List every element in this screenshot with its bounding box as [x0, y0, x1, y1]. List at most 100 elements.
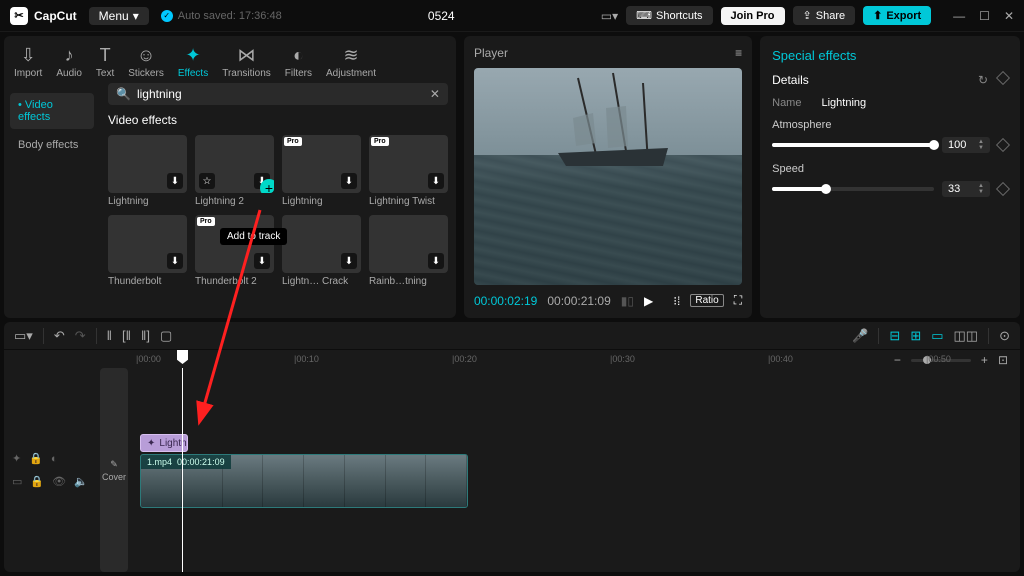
details-actions: ↻	[978, 73, 1008, 87]
effect-thumb[interactable]: Pro⬇Thunderbolt 2	[195, 215, 274, 287]
tab-import[interactable]: ⇩ Import	[14, 44, 42, 79]
zoom-fit-icon[interactable]: ⊙	[999, 328, 1010, 344]
search-input[interactable]: 🔍 ✕	[108, 83, 448, 105]
param-value-input[interactable]: 33▲▼	[942, 181, 990, 197]
effect-thumb[interactable]: ⬇Rainb…tning	[369, 215, 448, 287]
clear-search-icon[interactable]: ✕	[430, 87, 440, 101]
zoom-reset-icon[interactable]: ⊡	[998, 353, 1008, 367]
zoom-out-icon[interactable]: −	[894, 353, 901, 367]
effect-name-row: Name Lightning	[772, 97, 1008, 109]
keyframe-icon[interactable]	[996, 71, 1010, 85]
tab-label: Import	[14, 68, 42, 79]
project-title[interactable]: 0524	[294, 9, 589, 23]
effect-thumb[interactable]: ☆⬇+Lightning 2	[195, 135, 274, 207]
effect-thumb[interactable]: ⬇Lightn… Crack	[282, 215, 361, 287]
import-icon: ⇩	[21, 44, 36, 66]
ratio-button[interactable]: Ratio	[690, 294, 723, 307]
menu-button[interactable]: Menu ▾	[89, 7, 149, 25]
track-toggle-icon[interactable]: ◫◫	[954, 328, 979, 344]
tab-effects[interactable]: ✦Effects	[178, 44, 208, 79]
player-menu-icon[interactable]: ≡	[735, 46, 742, 60]
delete-split-icon[interactable]: ▢	[160, 328, 172, 344]
join-pro-button[interactable]: Join Pro	[721, 7, 785, 25]
pro-badge: Pro	[197, 217, 215, 226]
export-button[interactable]: ⬆ Export	[863, 6, 931, 25]
lock-icon[interactable]: 🔒	[30, 475, 44, 488]
select-tool-icon[interactable]: ▭▾	[14, 328, 33, 344]
sidebar-item-body-effects[interactable]: Body effects	[10, 133, 94, 157]
video-clip[interactable]: 1.mp4 00:00:21:09	[140, 454, 468, 508]
maximize-icon[interactable]: ☐	[979, 9, 990, 23]
play-icon[interactable]: ▶	[644, 294, 653, 308]
preview-icon[interactable]: ▭	[931, 328, 943, 344]
tab-text[interactable]: TText	[96, 44, 114, 79]
split-icon[interactable]: ‖	[107, 328, 112, 343]
param-slider[interactable]	[772, 143, 934, 147]
effect-clip[interactable]: ✦ Lightn	[140, 434, 188, 452]
effect-thumb[interactable]: Pro⬇Lightning	[282, 135, 361, 207]
effects-icon: ✦	[185, 44, 200, 66]
ruler-tick: |00:00	[136, 354, 161, 364]
sidebar-item-video-effects[interactable]: • Video effects	[10, 93, 94, 129]
mute-icon[interactable]: 🔈	[74, 475, 88, 488]
keyframe-icon[interactable]	[996, 182, 1010, 196]
redo-icon[interactable]: ↷	[75, 328, 86, 344]
download-icon[interactable]: ⬇	[254, 253, 270, 269]
ruler-tick: |00:50	[926, 354, 951, 364]
shortcuts-label: Shortcuts	[656, 10, 702, 22]
param-slider[interactable]	[772, 187, 934, 191]
compare-icon[interactable]: ▮▯	[621, 294, 634, 308]
download-icon[interactable]: ⬇	[341, 173, 357, 189]
reset-icon[interactable]: ↻	[978, 73, 988, 87]
close-icon[interactable]: ✕	[1004, 9, 1014, 23]
param-value-input[interactable]: 100▲▼	[942, 137, 990, 153]
undo-icon[interactable]: ↶	[54, 328, 65, 344]
trim-left-icon[interactable]: [‖	[122, 328, 131, 343]
effect-thumb[interactable]: Pro⬇Lightning Twist	[369, 135, 448, 207]
effect-thumb[interactable]: ⬇Lightning	[108, 135, 187, 207]
mic-icon[interactable]: 🎤	[852, 328, 868, 344]
download-icon[interactable]: ⬇	[167, 253, 183, 269]
details-section-title: Details	[772, 73, 809, 87]
share-button[interactable]: ⇪ Share	[793, 6, 856, 25]
zoom-in-icon[interactable]: +	[981, 353, 988, 367]
tab-audio[interactable]: ♪Audio	[56, 44, 82, 79]
details-panel: Special effects Details ↻ Name Lightning…	[760, 36, 1020, 318]
fx-track-icon[interactable]: ✦	[12, 452, 21, 465]
tab-stickers[interactable]: ☺Stickers	[128, 44, 164, 79]
lock-icon[interactable]: 🔒	[29, 452, 43, 465]
thumb-name: Lightning 2	[195, 196, 274, 207]
download-icon[interactable]: ⬇	[428, 173, 444, 189]
player-viewport[interactable]	[474, 68, 742, 285]
visibility-icon[interactable]: 👁	[52, 475, 66, 488]
favorite-icon[interactable]: ☆	[199, 173, 215, 189]
tab-filters[interactable]: ◐Filters	[285, 44, 312, 79]
shortcuts-button[interactable]: ⌨ Shortcuts	[626, 6, 712, 25]
video-track-icon[interactable]: ▭	[12, 475, 22, 488]
scale-icon[interactable]: ⁝⁞	[673, 294, 680, 308]
minimize-icon[interactable]: —	[953, 9, 965, 23]
menu-label: Menu	[99, 9, 129, 23]
keyframe-icon[interactable]	[996, 138, 1010, 152]
timeline-ruler[interactable]: − + ⊡ |00:00|00:10|00:20|00:30|00:40|00:…	[4, 350, 1020, 368]
visibility-icon[interactable]: ◐	[51, 453, 58, 465]
snap-icon[interactable]: ⊟	[889, 328, 900, 344]
download-icon[interactable]: ⬇	[167, 173, 183, 189]
search-field[interactable]	[137, 87, 430, 101]
fullscreen-icon[interactable]: ⛶	[734, 293, 742, 308]
link-icon[interactable]: ⊞	[910, 328, 921, 344]
trim-right-icon[interactable]: ‖]	[141, 328, 150, 343]
cover-button[interactable]: ✎ Cover	[100, 368, 128, 572]
tab-transitions[interactable]: ⋈Transitions	[222, 44, 271, 79]
download-icon[interactable]: ⬇	[341, 253, 357, 269]
tab-adjustment[interactable]: ≋Adjustment	[326, 44, 376, 79]
tab-label: Filters	[285, 68, 312, 79]
playhead[interactable]	[182, 368, 183, 572]
download-icon[interactable]: ⬇	[428, 253, 444, 269]
layout-icon[interactable]: ▭▾	[601, 9, 618, 23]
tracks-area[interactable]: ✦ Lightn 1.mp4 00:00:21:09	[132, 368, 1020, 572]
add-to-track-icon[interactable]: +	[260, 179, 274, 193]
effect-thumb[interactable]: ⬇Thunderbolt	[108, 215, 187, 287]
fx-track-controls: ✦ 🔒 ◐	[12, 452, 92, 465]
sidebar-label: Video effects	[18, 99, 53, 123]
